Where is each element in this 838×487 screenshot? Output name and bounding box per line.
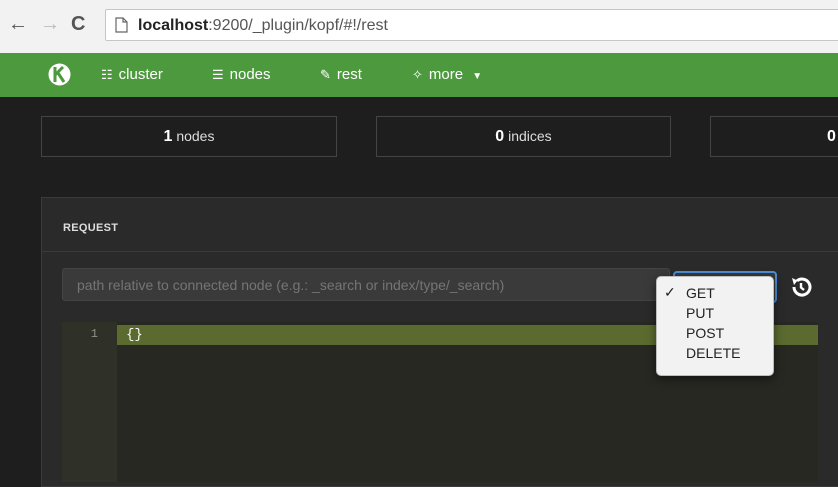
request-title: REQUEST xyxy=(63,222,119,234)
method-option-put[interactable]: PUT xyxy=(686,305,714,321)
stat-indices: 0 indices xyxy=(376,116,671,157)
page-icon xyxy=(115,17,128,33)
address-bar[interactable]: localhost:9200/_plugin/kopf/#!/rest xyxy=(105,9,838,41)
editor-gutter: 1 xyxy=(62,322,117,482)
stat-third: 0 xyxy=(710,116,838,157)
line-number: 1 xyxy=(90,327,98,341)
back-icon[interactable]: ← xyxy=(8,14,28,34)
forward-icon[interactable]: → xyxy=(40,14,60,34)
sitemap-icon: ☷ xyxy=(101,67,113,82)
editor-content[interactable]: {} xyxy=(126,327,143,343)
history-icon[interactable] xyxy=(789,275,813,299)
url-text: localhost:9200/_plugin/kopf/#!/rest xyxy=(138,17,388,34)
path-input[interactable] xyxy=(62,268,670,301)
magic-wand-icon: ✧ xyxy=(412,67,423,82)
method-option-get[interactable]: GET xyxy=(686,285,715,301)
method-option-delete[interactable]: DELETE xyxy=(686,345,740,361)
caret-down-icon: ▼ xyxy=(472,71,483,82)
edit-icon: ✎ xyxy=(320,67,331,82)
request-panel-header: REQUEST xyxy=(42,198,838,252)
stat-nodes: 1 nodes xyxy=(41,116,337,157)
method-dropdown: ✓ GET PUT POST DELETE xyxy=(656,276,774,376)
nav-more[interactable]: ✧ more ▼ xyxy=(412,66,482,86)
nav-nodes[interactable]: ☰ nodes xyxy=(212,66,271,84)
method-option-post[interactable]: POST xyxy=(686,325,724,341)
list-icon: ☰ xyxy=(212,67,224,82)
kopf-logo[interactable] xyxy=(48,61,71,88)
reload-icon[interactable]: C xyxy=(71,14,85,34)
nav-cluster[interactable]: ☷ cluster xyxy=(101,66,163,84)
nav-rest[interactable]: ✎ rest xyxy=(320,66,362,84)
browser-toolbar: ← → C localhost:9200/_plugin/kopf/#!/res… xyxy=(0,0,838,54)
checkmark-icon: ✓ xyxy=(664,284,676,300)
top-nav: ☷ cluster ☰ nodes ✎ rest ✧ more ▼ xyxy=(0,53,838,97)
